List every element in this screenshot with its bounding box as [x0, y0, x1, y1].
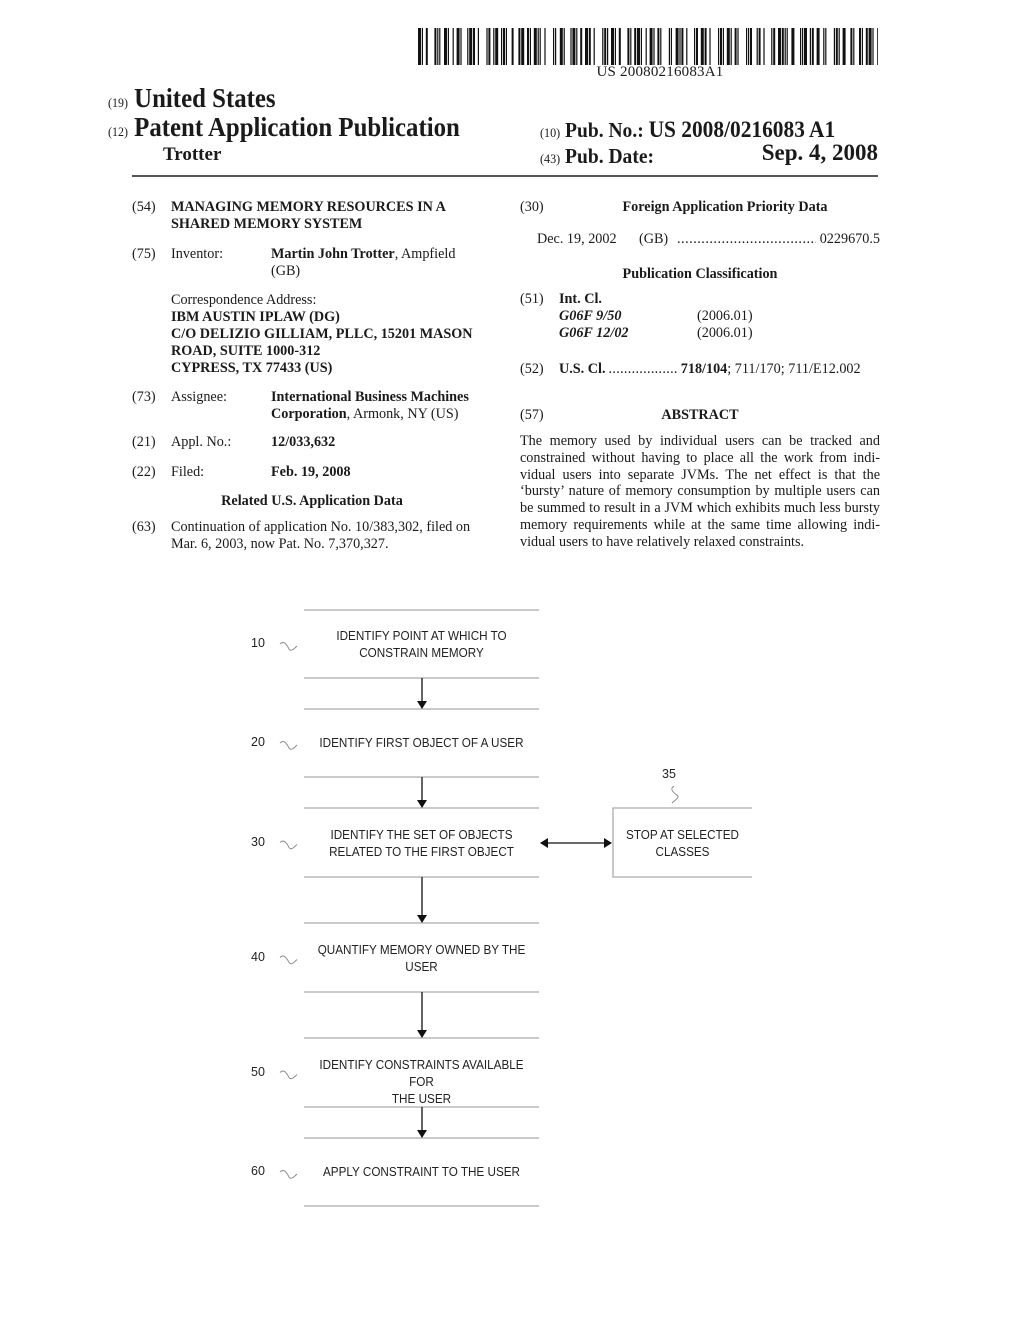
step-box-text: IDENTIFY FIRST OBJECT OF A USER — [316, 734, 528, 751]
step-text-line: QUANTIFY MEMORY OWNED BY THE — [317, 941, 526, 957]
step-ref-number: 40 — [251, 949, 265, 964]
step-text-line: RELATED TO THE FIRST OBJECT — [329, 843, 514, 859]
step-box-text: IDENTIFY POINT AT WHICH TO CONSTRAIN MEMO… — [316, 627, 528, 661]
step-box-text: QUANTIFY MEMORY OWNED BY THE USER — [316, 941, 528, 975]
step-box-text: IDENTIFY THE SET OF OBJECTS RELATED TO TH… — [316, 826, 528, 860]
step-ref-number: 50 — [251, 1064, 265, 1079]
step-text-line: IDENTIFY THE SET OF OBJECTS — [330, 826, 513, 842]
squiggle-icon — [279, 840, 298, 850]
step-text-line: THE USER — [391, 1090, 452, 1106]
step-ref-number: 30 — [251, 834, 265, 849]
squiggle-icon — [279, 1070, 298, 1080]
step-text-line: USER — [405, 958, 438, 974]
step-text-line: APPLY CONSTRAINT TO THE USER — [322, 1164, 521, 1179]
step-text-line: CLASSES — [655, 844, 710, 859]
step-ref-number: 60 — [251, 1164, 265, 1178]
step-ref-number: 35 — [662, 767, 676, 781]
squiggle-icon — [279, 741, 298, 750]
squiggle-icon — [671, 785, 679, 804]
step-box-text: APPLY CONSTRAINT TO THE USER — [316, 1163, 528, 1180]
step-text-line: IDENTIFY POINT AT WHICH TO — [336, 628, 507, 643]
squiggle-icon — [279, 642, 298, 651]
squiggle-icon — [279, 955, 298, 965]
side-box-text: STOP AT SELECTED CLASSES — [620, 826, 745, 860]
step-text-line: STOP AT SELECTED — [626, 827, 739, 842]
step-text-line: IDENTIFY CONSTRAINTS AVAILABLE FOR — [319, 1056, 524, 1089]
step-text-line: CONSTRAIN MEMORY — [359, 645, 484, 660]
step-text-line: IDENTIFY FIRST OBJECT OF A USER — [319, 735, 524, 750]
step-ref-number: 20 — [251, 735, 265, 749]
squiggle-icon — [279, 1170, 298, 1179]
step-ref-number: 10 — [251, 636, 265, 650]
step-box-text: IDENTIFY CONSTRAINTS AVAILABLE FOR THE US… — [316, 1056, 528, 1107]
